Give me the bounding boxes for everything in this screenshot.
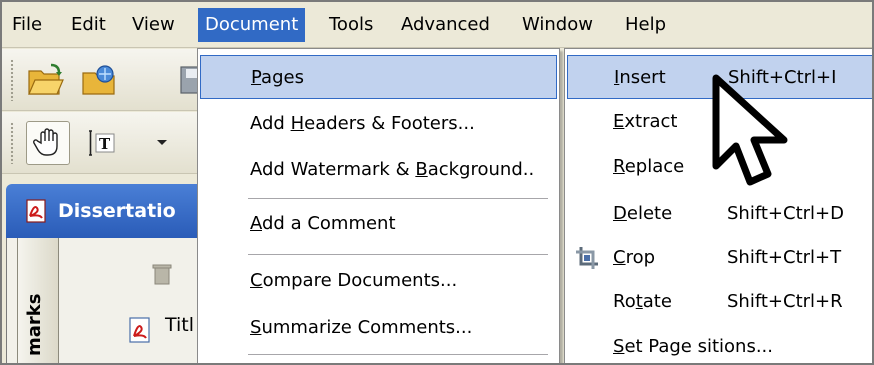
shortcut-label: Shift+Ctrl+R bbox=[727, 291, 843, 312]
menu-item-mnemonic: S bbox=[250, 317, 262, 338]
menu-item-mnemonic: B bbox=[415, 159, 428, 180]
menu-item-label: xtract bbox=[624, 111, 678, 132]
menu-item-label: ummarize Comments... bbox=[261, 317, 473, 338]
menu-item-mnemonic: R bbox=[613, 156, 625, 177]
document-menu: Pages Add Headers & Footers... Add Water… bbox=[197, 48, 560, 363]
menu-item-add-headers-footers[interactable]: Add Headers & Footers... bbox=[200, 102, 557, 146]
menu-tools[interactable]: Tools bbox=[322, 8, 380, 42]
menu-item-delete[interactable]: Delete Shift+Ctrl+D bbox=[567, 192, 872, 236]
menu-item-mnemonic: t bbox=[635, 291, 643, 312]
menu-item-summarize-comments[interactable]: Summarize Comments... bbox=[200, 306, 557, 350]
app-window: File Edit View Document Tools Advanced W… bbox=[0, 0, 874, 365]
menu-item-mnemonic: A bbox=[250, 213, 262, 234]
menu-item-mnemonic: D bbox=[613, 203, 627, 224]
bookmarks-tab-label: marks bbox=[24, 293, 45, 356]
bookmarks-tab[interactable]: marks bbox=[17, 238, 59, 363]
menu-view[interactable]: View bbox=[125, 8, 182, 42]
mouse-pointer-icon bbox=[712, 74, 788, 186]
crop-icon bbox=[576, 247, 598, 269]
hand-tool-button[interactable] bbox=[26, 121, 70, 165]
toolbar-grip[interactable] bbox=[10, 59, 14, 101]
menu-document[interactable]: Document bbox=[198, 8, 306, 42]
menu-item-add-watermark-background[interactable]: Add Watermark & Background.. bbox=[200, 148, 557, 192]
menu-item-label: eaders & Footers... bbox=[304, 113, 475, 134]
menu-item-set-page-transitions[interactable]: Set Page sitions... bbox=[567, 325, 872, 363]
menu-item-mnemonic: H bbox=[290, 113, 305, 134]
menu-item-add-comment[interactable]: Add a Comment bbox=[200, 202, 557, 246]
dropdown-arrow-icon bbox=[157, 140, 167, 145]
menu-separator bbox=[248, 198, 548, 199]
document-title: Dissertatio bbox=[58, 200, 176, 222]
menu-edit[interactable]: Edit bbox=[64, 8, 113, 42]
menu-item-label: Add bbox=[250, 113, 291, 134]
menu-item-mnemonic: S bbox=[613, 336, 625, 357]
menu-file[interactable]: File bbox=[5, 8, 49, 42]
menu-bar: File Edit View Document Tools Advanced W… bbox=[2, 2, 872, 48]
menu-item-pages[interactable]: Pages bbox=[200, 55, 557, 99]
menu-item-label: eplace bbox=[624, 156, 685, 177]
select-tool-dropdown[interactable] bbox=[152, 121, 172, 165]
select-tool-button[interactable]: T bbox=[80, 121, 124, 165]
shortcut-label: Shift+Ctrl+T bbox=[727, 247, 842, 268]
menu-item-label: elete bbox=[626, 203, 673, 224]
open-folder-icon bbox=[28, 63, 64, 95]
shortcut-label: Shift+Ctrl+D bbox=[727, 203, 844, 224]
bookmark-label[interactable]: Titl bbox=[165, 314, 194, 336]
organizer-button[interactable] bbox=[78, 58, 122, 102]
menu-item-label: rop bbox=[625, 247, 656, 268]
menu-separator bbox=[248, 354, 548, 355]
menu-help[interactable]: Help bbox=[618, 8, 673, 42]
menu-advanced[interactable]: Advanced bbox=[394, 8, 497, 42]
menu-item-label: ages bbox=[261, 67, 304, 88]
menu-item-label: nsert bbox=[619, 67, 666, 88]
menu-item-compare-documents[interactable]: Compare Documents... bbox=[200, 259, 557, 303]
menu-item-label: Add Watermark & bbox=[250, 159, 416, 180]
menu-item-label: ompare Documents... bbox=[262, 270, 458, 291]
svg-text:T: T bbox=[99, 135, 111, 153]
hand-icon bbox=[33, 128, 58, 156]
toolbar-grip[interactable] bbox=[10, 122, 14, 164]
menu-item-label: ate bbox=[642, 291, 672, 312]
menu-window[interactable]: Window bbox=[515, 8, 600, 42]
menu-item-crop[interactable]: Crop Shift+Ctrl+T bbox=[567, 236, 872, 280]
menu-item-rotate[interactable]: Rotate Shift+Ctrl+R bbox=[567, 280, 872, 324]
text-select-icon: T bbox=[89, 130, 115, 156]
menu-item-label: Ro bbox=[613, 291, 636, 312]
menu-item-mnemonic: C bbox=[250, 270, 263, 291]
menu-item-mnemonic: C bbox=[613, 247, 626, 268]
menu-item-label: ackground.. bbox=[427, 159, 535, 180]
pdf-document-icon bbox=[26, 199, 46, 223]
menu-item-mnemonic: E bbox=[613, 111, 625, 132]
menu-item-mnemonic: P bbox=[251, 67, 262, 88]
menu-item-label: et Page sitions... bbox=[624, 336, 773, 357]
open-button[interactable] bbox=[24, 58, 68, 102]
trash-icon[interactable] bbox=[151, 262, 173, 286]
menu-separator bbox=[248, 254, 548, 255]
bookmark-page-icon bbox=[129, 317, 150, 343]
organizer-folder-icon bbox=[82, 65, 115, 95]
menu-item-label: dd a Comment bbox=[262, 213, 396, 234]
